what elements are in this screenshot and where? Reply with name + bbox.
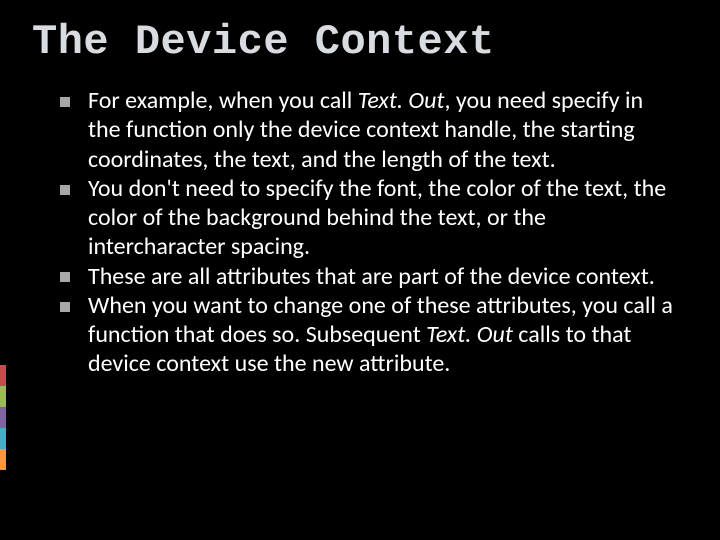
- accent-olive: [0, 386, 6, 407]
- list-item: When you want to change one of these att…: [60, 291, 680, 379]
- accent-orange: [0, 449, 6, 470]
- bullet-text-em: Text. Out: [358, 86, 445, 115]
- accent-red: [0, 365, 6, 386]
- list-item: These are all attributes that are part o…: [60, 262, 680, 291]
- bullet-text-pre: These are all attributes that are part o…: [88, 262, 655, 291]
- list-item: You don't need to specify the font, the …: [60, 174, 680, 262]
- list-item: For example, when you call Text. Out, yo…: [60, 86, 680, 174]
- accent-bar: [0, 365, 6, 470]
- accent-teal: [0, 428, 6, 449]
- bullet-text-pre: You don't need to specify the font, the …: [88, 174, 666, 262]
- accent-purple: [0, 407, 6, 428]
- bullet-text-pre: For example, when you call: [88, 86, 358, 115]
- bullet-list: For example, when you call Text. Out, yo…: [60, 86, 680, 379]
- slide-content: For example, when you call Text. Out, yo…: [40, 86, 680, 379]
- bullet-text-em: Text. Out: [426, 320, 513, 349]
- slide-title: The Device Context: [32, 18, 680, 66]
- slide: The Device Context For example, when you…: [0, 0, 720, 540]
